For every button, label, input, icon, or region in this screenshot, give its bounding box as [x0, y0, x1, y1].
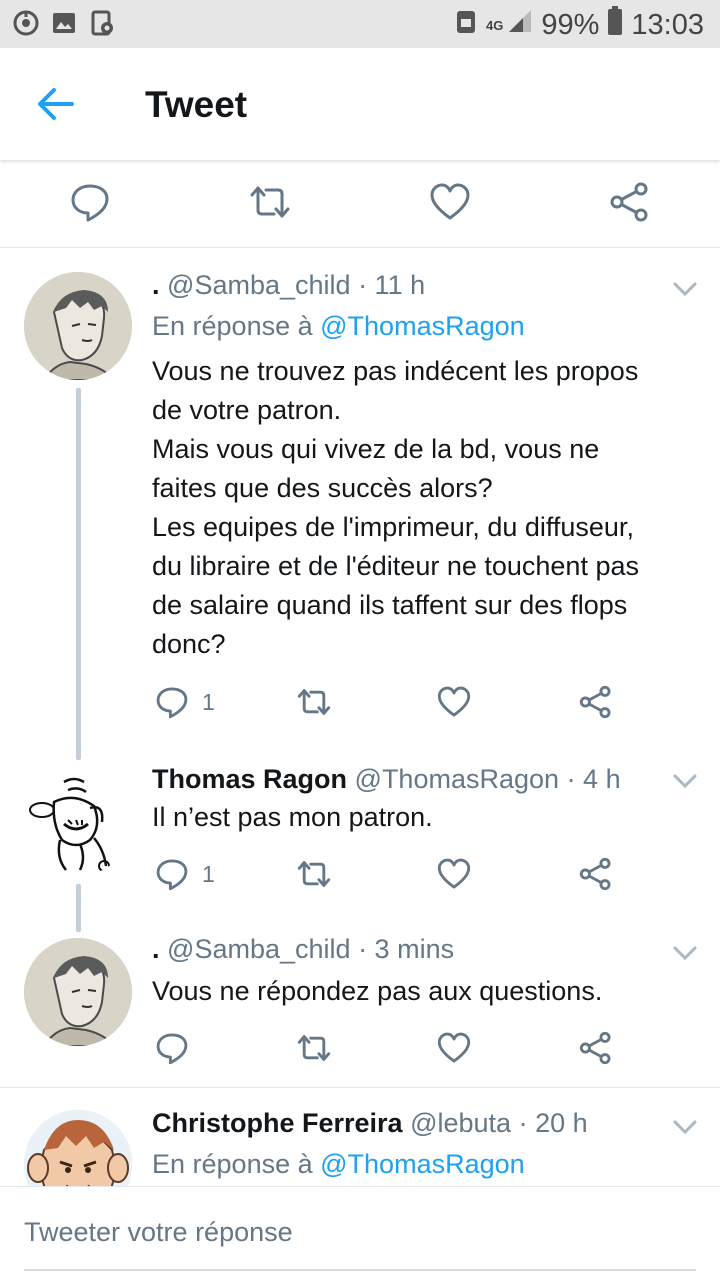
reply-composer: Tweeter votre réponse — [0, 1186, 720, 1280]
reply-context: En réponse à @ThomasRagon — [152, 311, 525, 341]
main-tweet-actions — [0, 160, 720, 248]
battery-percent: 99% — [541, 8, 600, 41]
tweet-header: . @Samba_child · 3 mins — [152, 934, 454, 965]
chevron-down-icon[interactable] — [672, 772, 698, 790]
author-name[interactable]: Christophe Ferreira — [152, 1108, 403, 1138]
author-handle[interactable]: @Samba_child — [167, 934, 351, 964]
storage-icon — [454, 7, 478, 43]
tweet-time: · 3 mins — [358, 934, 455, 964]
tweet-text: Il n’est pas mon patron. — [152, 802, 433, 832]
avatar[interactable] — [24, 768, 132, 876]
image-icon — [50, 9, 78, 37]
tweet-text: Vous ne répondez pas aux questions. — [152, 976, 603, 1006]
retweet-icon — [297, 861, 331, 887]
retweet-button[interactable] — [296, 1028, 332, 1068]
like-icon — [437, 1032, 471, 1063]
reply-icon[interactable] — [68, 180, 112, 224]
share-icon[interactable] — [608, 180, 652, 224]
reply-icon — [156, 687, 188, 719]
share-button[interactable] — [578, 1028, 614, 1068]
like-button[interactable] — [436, 854, 472, 894]
mention-link[interactable]: @ThomasRagon — [320, 311, 525, 341]
tweet-header: Christophe Ferreira @lebuta · 20 h — [152, 1108, 588, 1139]
tweet-item[interactable]: Christophe Ferreira @lebuta · 20 h En ré… — [0, 1088, 720, 1186]
reply-icon — [156, 1033, 188, 1065]
mention-link[interactable]: @ThomasRagon — [320, 1149, 525, 1179]
reply-button[interactable]: 1 — [154, 854, 215, 894]
share-icon — [579, 1031, 611, 1065]
retweet-icon — [297, 689, 331, 715]
like-icon — [437, 686, 471, 717]
author-handle[interactable]: @Samba_child — [167, 270, 351, 300]
like-icon — [437, 858, 471, 889]
share-icon — [579, 685, 611, 719]
sync-icon — [12, 9, 40, 37]
share-button[interactable] — [578, 682, 614, 722]
network-type: 4G — [486, 17, 504, 33]
tweet-item[interactable]: Thomas Ragon @ThomasRagon · 4 h Il n’est… — [0, 760, 720, 930]
like-button[interactable] — [436, 1028, 472, 1068]
page-title: Tweet — [145, 84, 248, 125]
reply-icon — [156, 859, 188, 891]
retweet-button[interactable] — [296, 854, 332, 894]
like-button[interactable] — [436, 682, 472, 722]
app-header: Tweet — [0, 48, 720, 160]
tweet-item[interactable]: . @Samba_child · 11 h En réponse à @Thom… — [0, 248, 720, 768]
tweet-text: Vous ne trouvez pas indécent les propos … — [152, 356, 639, 659]
signal-icon — [507, 8, 533, 42]
tweet-actions — [152, 1028, 632, 1068]
chevron-down-icon[interactable] — [672, 944, 698, 962]
retweet-icon — [297, 1035, 331, 1061]
reply-count: 1 — [202, 688, 215, 715]
status-bar: 4G 99% 13:03 — [0, 0, 720, 48]
avatar[interactable] — [24, 1110, 132, 1186]
author-name[interactable]: . — [152, 934, 160, 964]
tweet-item[interactable]: . @Samba_child · 3 mins Vous ne répondez… — [0, 930, 720, 1086]
share-icon — [579, 857, 611, 891]
chevron-down-icon[interactable] — [672, 1118, 698, 1136]
author-handle[interactable]: @ThomasRagon — [355, 764, 560, 794]
like-icon[interactable] — [428, 180, 472, 224]
clock: 13:03 — [631, 8, 704, 41]
back-arrow-icon[interactable] — [34, 84, 78, 124]
reply-context: En réponse à @ThomasRagon — [152, 1149, 525, 1179]
avatar[interactable] — [24, 272, 132, 380]
screenshot-icon — [88, 9, 116, 37]
share-button[interactable] — [578, 854, 614, 894]
reply-input[interactable]: Tweeter votre réponse — [24, 1217, 293, 1248]
tweet-header: Thomas Ragon @ThomasRagon · 4 h — [152, 764, 621, 795]
author-handle[interactable]: @lebuta — [410, 1108, 511, 1138]
reply-count: 1 — [202, 860, 215, 887]
tweet-time: · 11 h — [358, 270, 426, 300]
author-name[interactable]: Thomas Ragon — [152, 764, 347, 794]
avatar[interactable] — [24, 938, 132, 1046]
retweet-button[interactable] — [296, 682, 332, 722]
reply-button[interactable]: 1 — [154, 682, 215, 722]
author-name[interactable]: . — [152, 270, 160, 300]
tweet-actions: 1 — [152, 682, 632, 722]
battery-icon — [607, 6, 623, 44]
tweet-time: · 20 h — [518, 1108, 588, 1138]
chevron-down-icon[interactable] — [672, 280, 698, 298]
tweet-time: · 4 h — [566, 764, 621, 794]
reply-button[interactable] — [154, 1028, 190, 1068]
tweet-header: . @Samba_child · 11 h — [152, 270, 425, 301]
tweet-actions: 1 — [152, 854, 632, 894]
retweet-icon[interactable] — [248, 180, 292, 224]
input-underline — [24, 1269, 696, 1271]
